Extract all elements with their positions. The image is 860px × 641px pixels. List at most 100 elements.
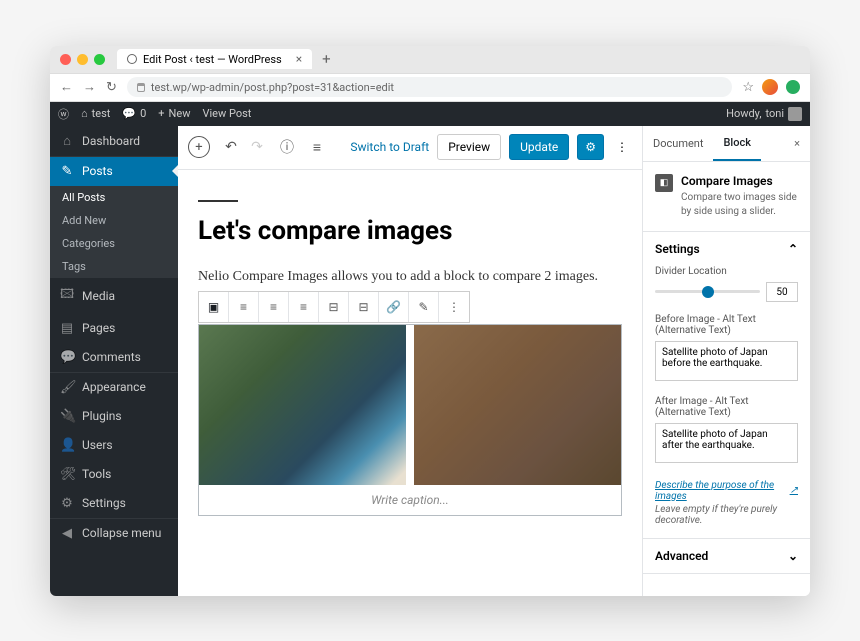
settings-icon: ⚙ — [60, 496, 74, 511]
menu-plugins[interactable]: 🔌Plugins — [50, 402, 178, 431]
site-link[interactable]: ⌂ test — [81, 107, 110, 120]
align-left-icon[interactable]: ≡ — [229, 292, 259, 322]
appearance-icon: 🖌 — [60, 380, 74, 395]
block-type-icon[interactable]: ▣ — [199, 292, 229, 322]
menu-dashboard[interactable]: ⌂Dashboard — [50, 126, 178, 156]
window-minimize-icon[interactable] — [77, 54, 88, 65]
menu-settings[interactable]: ⚙Settings — [50, 489, 178, 518]
submenu-tags[interactable]: Tags — [50, 255, 178, 278]
tab-document[interactable]: Document — [643, 127, 713, 160]
after-alt-textarea[interactable] — [655, 423, 798, 463]
inspector-panel: Document Block × ◧ Compare Images Compar… — [642, 126, 810, 596]
menu-pages[interactable]: ▤Pages — [50, 314, 178, 343]
separator-block — [198, 200, 238, 202]
comments-link[interactable]: 💬 0 — [122, 107, 146, 120]
update-button[interactable]: Update — [509, 134, 569, 160]
settings-toggle-button[interactable]: ⚙ — [577, 134, 604, 160]
profile-avatar-icon[interactable] — [762, 79, 778, 95]
submenu-all-posts[interactable]: All Posts — [50, 186, 178, 209]
menu-tools[interactable]: 🛠Tools — [50, 460, 178, 489]
paragraph-block[interactable]: Nelio Compare Images allows you to add a… — [198, 266, 622, 288]
chevron-up-icon: ⌃ — [788, 242, 798, 256]
menu-posts[interactable]: ✎Posts — [50, 157, 178, 186]
bookmark-icon[interactable]: ☆ — [742, 80, 754, 95]
reload-icon[interactable]: ↻ — [106, 80, 117, 95]
before-image — [199, 325, 410, 485]
block-description: Compare two images side by side using a … — [681, 191, 798, 219]
edit-icon[interactable]: ✎ — [409, 292, 439, 322]
menu-appearance[interactable]: 🖌Appearance — [50, 373, 178, 402]
block-navigation-icon[interactable]: ≡ — [308, 139, 326, 156]
divider-value-input[interactable]: 50 — [766, 282, 798, 302]
after-alt-label: After Image - Alt Text (Alternative Text… — [655, 396, 798, 418]
before-alt-textarea[interactable] — [655, 341, 798, 381]
plugins-icon: 🔌 — [60, 409, 74, 424]
more-options-button[interactable]: ⋮ — [612, 135, 632, 159]
switch-to-draft-link[interactable]: Switch to Draft — [350, 140, 429, 154]
submenu-add-new[interactable]: Add New — [50, 209, 178, 232]
menu-users[interactable]: 👤Users — [50, 431, 178, 460]
divider-location-label: Divider Location — [655, 266, 798, 277]
undo-button[interactable]: ↶ — [222, 139, 240, 155]
align-right-icon[interactable]: ≡ — [289, 292, 319, 322]
pages-icon: ▤ — [60, 321, 74, 336]
menu-comments[interactable]: 💬Comments — [50, 343, 178, 372]
media-icon: 🖾 — [60, 285, 74, 307]
content-structure-icon[interactable]: ⓘ — [278, 137, 296, 157]
block-more-icon[interactable]: ⋮ — [439, 292, 469, 322]
url-input[interactable]: test.wp/wp-admin/post.php?post=31&action… — [127, 77, 732, 97]
settings-panel-toggle[interactable]: Settings ⌃ — [643, 232, 810, 266]
users-icon: 👤 — [60, 438, 74, 453]
globe-icon — [127, 54, 137, 64]
advanced-panel-toggle[interactable]: Advanced ⌄ — [643, 539, 810, 573]
menu-collapse[interactable]: ◀Collapse menu — [50, 519, 178, 548]
close-inspector-icon[interactable]: × — [784, 127, 810, 160]
caption-input[interactable]: Write caption... — [199, 485, 621, 515]
window-zoom-icon[interactable] — [94, 54, 105, 65]
dashboard-icon: ⌂ — [60, 133, 74, 149]
add-block-button[interactable]: + — [188, 136, 210, 158]
back-icon[interactable]: ← — [60, 79, 73, 95]
admin-sidebar: ⌂Dashboard ✎Posts All Posts Add New Cate… — [50, 126, 178, 596]
align-wide-icon[interactable]: ⊟ — [319, 292, 349, 322]
view-post-link[interactable]: View Post — [202, 107, 251, 120]
howdy-user[interactable]: Howdy, toni — [726, 107, 802, 121]
divider-slider[interactable] — [655, 290, 760, 293]
redo-button[interactable]: ↷ — [248, 139, 266, 155]
user-avatar-icon — [788, 107, 802, 121]
compare-block-icon: ◧ — [655, 174, 673, 192]
browser-titlebar: Edit Post ‹ test — WordPress × + — [50, 46, 810, 74]
post-title[interactable]: Let's compare images — [198, 216, 622, 246]
new-link[interactable]: + New — [158, 107, 190, 120]
align-full-icon[interactable]: ⊟ — [349, 292, 379, 322]
window-close-icon[interactable] — [60, 54, 71, 65]
editor-toolbar: + ↶ ↷ ⓘ ≡ Switch to Draft Preview Update… — [178, 126, 642, 170]
external-link-icon: ↗ — [790, 485, 798, 496]
before-alt-label: Before Image - Alt Text (Alternative Tex… — [655, 314, 798, 336]
menu-media[interactable]: 🖾Media — [50, 278, 178, 314]
tab-title: Edit Post ‹ test — WordPress — [143, 53, 282, 66]
block-title: Compare Images — [681, 174, 798, 188]
preview-button[interactable]: Preview — [437, 134, 501, 160]
compare-images-block[interactable]: ▣ ≡ ≡ ≡ ⊟ ⊟ 🔗 ✎ ⋮ — [198, 324, 622, 516]
submenu-categories[interactable]: Categories — [50, 232, 178, 255]
block-toolbar: ▣ ≡ ≡ ≡ ⊟ ⊟ 🔗 ✎ ⋮ — [198, 291, 470, 323]
url-text: test.wp/wp-admin/post.php?post=31&action… — [151, 81, 394, 94]
tab-close-icon[interactable]: × — [296, 52, 302, 66]
after-image — [410, 325, 621, 485]
forward-icon[interactable]: → — [83, 79, 96, 95]
tools-icon: 🛠 — [60, 467, 74, 482]
comments-icon: 💬 — [60, 350, 74, 365]
alt-hint: Leave empty if they're purely decorative… — [655, 504, 798, 526]
tab-block[interactable]: Block — [713, 126, 760, 161]
new-tab-button[interactable]: + — [322, 50, 331, 68]
link-icon[interactable]: 🔗 — [379, 292, 409, 322]
divider-handle[interactable] — [406, 325, 414, 485]
lock-icon — [137, 83, 145, 92]
browser-tab[interactable]: Edit Post ‹ test — WordPress × — [117, 49, 312, 69]
wp-logo-icon[interactable]: ⓦ — [58, 106, 69, 122]
align-center-icon[interactable]: ≡ — [259, 292, 289, 322]
wp-admin-bar: ⓦ ⌂ test 💬 0 + New View Post Howdy, toni — [50, 102, 810, 126]
extension-icon[interactable] — [786, 80, 800, 94]
describe-images-link[interactable]: Describe the purpose of the images ↗ — [655, 480, 798, 502]
